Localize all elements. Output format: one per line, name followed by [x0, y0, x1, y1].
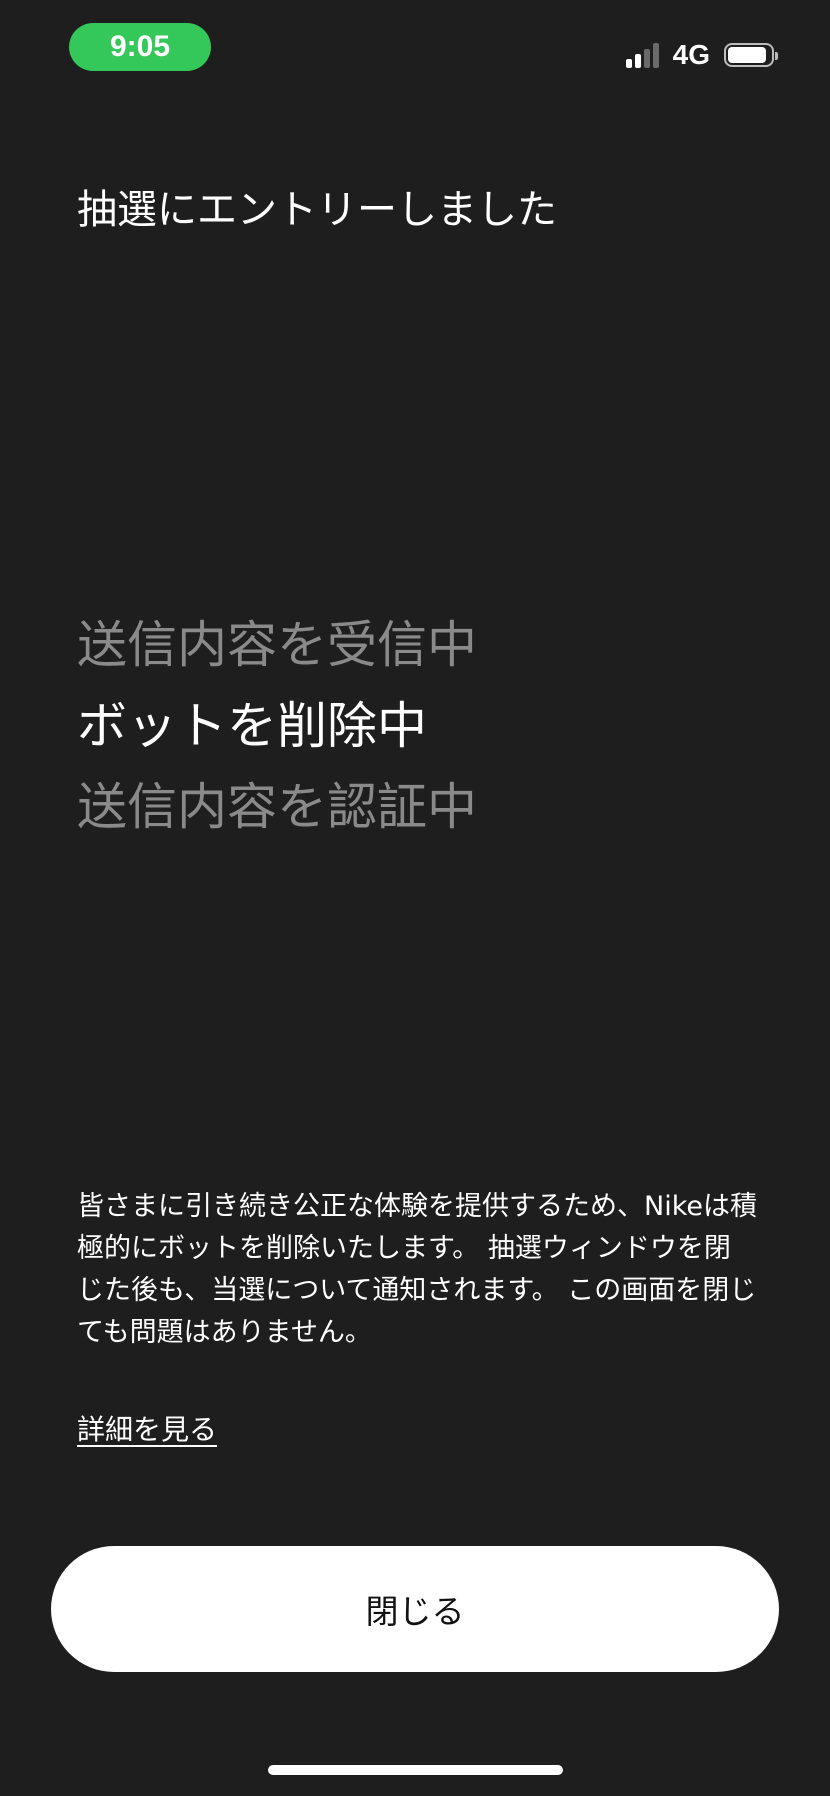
- battery-icon: [724, 43, 778, 67]
- cellular-signal-icon: [625, 42, 659, 68]
- step-removing-bots: ボットを削除中: [77, 697, 427, 755]
- status-bar-time: 9:05: [69, 23, 211, 71]
- network-type-label: 4G: [672, 39, 710, 70]
- step-receiving: 送信内容を受信中: [77, 616, 477, 674]
- home-indicator[interactable]: [268, 1765, 563, 1775]
- page-title: 抽選にエントリーしました: [77, 187, 557, 233]
- progress-steps: 送信内容を受信中 ボットを削除中 送信内容を認証中: [77, 605, 477, 848]
- step-verifying: 送信内容を認証中: [77, 778, 477, 836]
- close-button[interactable]: 閉じる: [51, 1546, 779, 1672]
- battery-level-fill: [728, 47, 766, 63]
- see-details-link[interactable]: 詳細を見る: [77, 1408, 217, 1452]
- status-bar-indicators: 4G: [625, 37, 778, 73]
- info-text: 皆さまに引き続き公正な体験を提供するため、Nikeは積極的にボットを削除いたしま…: [77, 1191, 757, 1348]
